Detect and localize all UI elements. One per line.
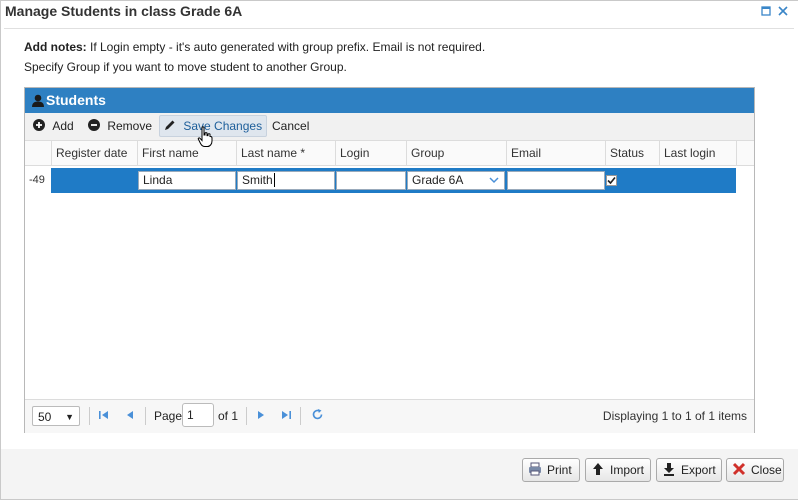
dialog-title: Manage Students in class Grade 6A: [5, 3, 243, 19]
close-red-icon: [731, 462, 747, 478]
notes-bold-label: Add notes:: [24, 40, 87, 54]
page-input[interactable]: 1: [182, 403, 214, 427]
pager-separator: [300, 407, 301, 425]
login-field[interactable]: [336, 171, 406, 190]
title-bar[interactable]: Manage Students in class Grade 6A: [1, 1, 798, 25]
export-button[interactable]: Export: [656, 458, 722, 482]
prev-page-icon[interactable]: [123, 407, 137, 425]
col-email[interactable]: Email: [506, 141, 605, 165]
panel-header: Students: [25, 88, 754, 113]
maximize-icon[interactable]: [760, 6, 772, 18]
export-label: Export: [681, 463, 716, 477]
close-icon[interactable]: [777, 6, 789, 18]
close-label: Close: [751, 463, 782, 477]
col-register-date[interactable]: Register date: [51, 141, 137, 165]
group-value: Grade 6A: [412, 173, 464, 187]
dialog-content: Add notes: If Login empty - it's auto ge…: [4, 28, 794, 450]
page-label: Page: [154, 409, 183, 423]
chevron-down-icon[interactable]: [489, 177, 499, 184]
save-changes-label: Save Changes: [183, 119, 263, 133]
table-row[interactable]: -49 Linda Smith Grade 6A: [25, 168, 754, 193]
cancel-label: Cancel: [272, 119, 310, 133]
save-changes-button[interactable]: Save Changes: [159, 115, 268, 137]
print-label: Print: [547, 463, 572, 477]
notes-line-2: Specify Group if you want to move studen…: [24, 60, 347, 74]
last-name-field[interactable]: Smith: [237, 171, 335, 190]
col-group[interactable]: Group: [406, 141, 506, 165]
import-button[interactable]: Import: [585, 458, 651, 482]
first-page-icon[interactable]: [97, 407, 111, 425]
last-name-value: Smith: [242, 173, 273, 187]
status-checkbox[interactable]: [606, 175, 617, 186]
first-name-field[interactable]: Linda: [138, 171, 236, 190]
pager: 50 ▼ Page 1 of 1 Displaying 1 to 1 of 1 …: [25, 399, 754, 433]
download-icon: [661, 462, 677, 478]
manage-students-dialog: Manage Students in class Grade 6A Add no…: [0, 0, 798, 500]
grid-toolbar: Add Remove Save Changes Cancel: [25, 113, 754, 141]
add-button[interactable]: Add: [29, 116, 78, 136]
close-button[interactable]: Close: [726, 458, 784, 482]
pager-status: Displaying 1 to 1 of 1 items: [602, 409, 747, 423]
email-field[interactable]: [507, 171, 605, 190]
pager-separator: [246, 407, 247, 425]
pager-separator: [145, 407, 146, 425]
hand-cursor-icon: [197, 126, 213, 147]
user-icon: [32, 94, 44, 107]
grid-header: Register date First name Last name * Log…: [25, 141, 754, 166]
import-label: Import: [610, 463, 645, 477]
col-last-name[interactable]: Last name *: [236, 141, 335, 165]
col-status[interactable]: Status: [605, 141, 659, 165]
text-caret: [273, 173, 275, 187]
caret-down-icon: ▼: [65, 412, 74, 422]
notes-text: Add notes: If Login empty - it's auto ge…: [24, 37, 485, 77]
remove-button[interactable]: Remove: [84, 116, 156, 136]
printer-icon: [527, 462, 543, 478]
notes-line-1: If Login empty - it's auto generated wit…: [86, 40, 486, 54]
dialog-footer: Print Import Export Close: [1, 449, 798, 499]
arrow-up-icon: [590, 462, 606, 478]
refresh-icon[interactable]: [310, 407, 324, 425]
last-page-icon[interactable]: [279, 407, 293, 425]
students-panel: Students Add Remove Save Changes Cancel: [24, 87, 755, 433]
panel-title: Students: [46, 92, 106, 108]
col-last-login[interactable]: Last login: [659, 141, 736, 165]
minus-circle-icon: [88, 119, 100, 131]
next-page-icon[interactable]: [254, 407, 268, 425]
pencil-icon: [165, 120, 175, 130]
checkmark-icon: [607, 176, 616, 185]
col-login[interactable]: Login: [335, 141, 406, 165]
page-size-value: 50: [38, 410, 52, 424]
remove-label: Remove: [107, 119, 153, 133]
col-spacer: [736, 141, 759, 165]
cancel-button[interactable]: Cancel: [268, 116, 313, 136]
group-select[interactable]: Grade 6A: [407, 171, 505, 190]
page-size-select[interactable]: 50 ▼: [32, 406, 80, 426]
plus-circle-icon: [33, 119, 45, 131]
col-first-name[interactable]: First name: [137, 141, 236, 165]
add-label: Add: [52, 119, 74, 133]
pager-separator: [89, 407, 90, 425]
page-of-label: of 1: [218, 409, 239, 423]
print-button[interactable]: Print: [522, 458, 580, 482]
